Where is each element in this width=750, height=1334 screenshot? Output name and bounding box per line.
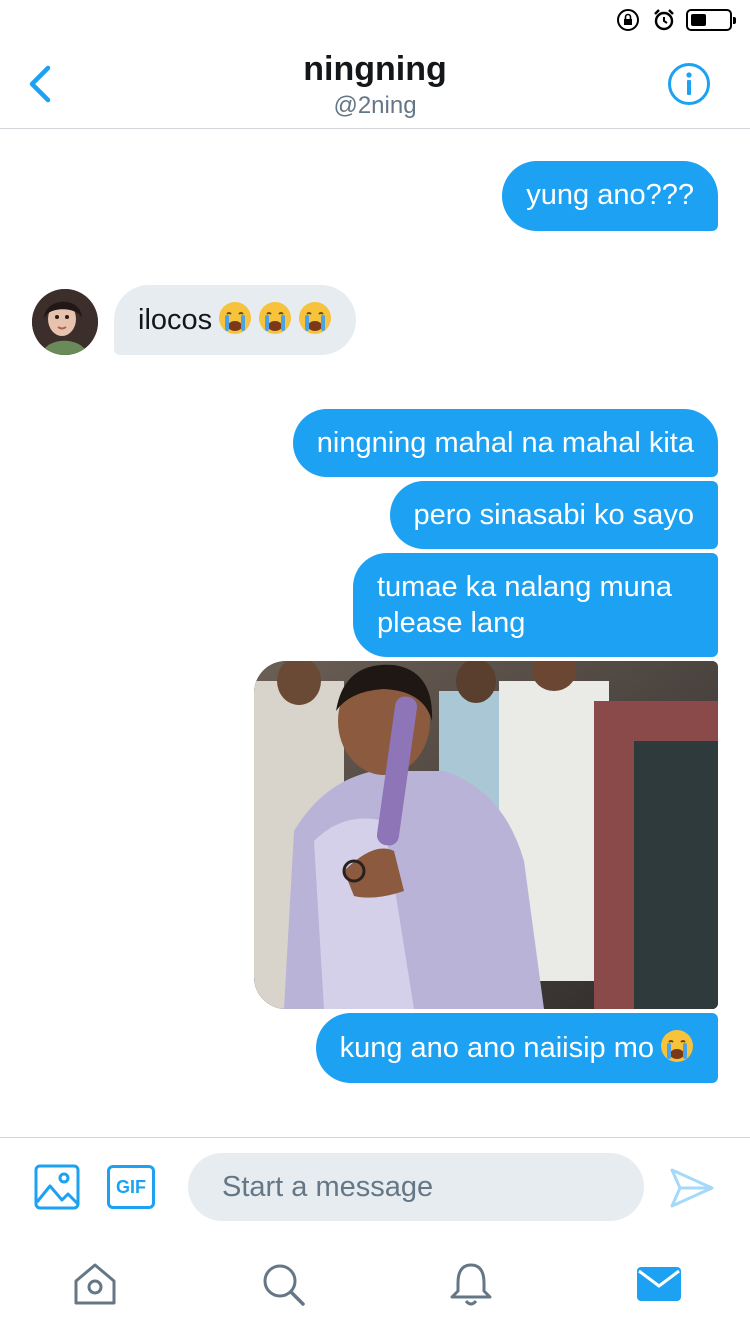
notifications-icon[interactable] xyxy=(446,1259,496,1309)
messages-icon[interactable] xyxy=(634,1259,684,1309)
status-bar xyxy=(0,0,750,40)
message-bubble-outgoing[interactable]: ningning mahal na mahal kita xyxy=(292,409,718,477)
info-icon[interactable] xyxy=(667,62,711,106)
crying-face-icon xyxy=(299,302,332,334)
conversation-handle: @2ning xyxy=(333,92,417,119)
home-icon[interactable] xyxy=(70,1259,120,1309)
rotation-lock-icon xyxy=(617,9,639,31)
message-input[interactable] xyxy=(188,1153,644,1221)
gif-button[interactable]: GIF xyxy=(107,1165,155,1209)
conversation-title: ningning xyxy=(303,50,447,88)
send-icon[interactable] xyxy=(668,1164,716,1212)
tab-bar xyxy=(0,1237,750,1334)
message-text: kung ano ano naiisip mo xyxy=(339,1032,654,1064)
battery-level xyxy=(691,14,706,26)
image-icon[interactable] xyxy=(34,1164,80,1210)
message-text: ningning mahal na mahal kita xyxy=(316,427,694,459)
message-bubble-outgoing[interactable]: pero sinasabi ko sayo xyxy=(389,481,718,549)
message-text: pero sinasabi ko sayo xyxy=(413,499,695,531)
photo-attachment[interactable] xyxy=(254,661,718,1009)
avatar[interactable] xyxy=(32,289,98,355)
search-icon[interactable] xyxy=(258,1259,308,1309)
conversation-header: ningning @2ning xyxy=(0,40,750,129)
message-bubble-outgoing[interactable]: yung ano??? xyxy=(502,161,718,231)
message-text: yung ano??? xyxy=(526,179,694,211)
crying-face-icon xyxy=(661,1030,693,1062)
message-bubble-outgoing[interactable]: tumae ka nalang muna please lang xyxy=(353,553,718,657)
crying-face-icon xyxy=(259,302,292,334)
message-bubble-outgoing[interactable]: kung ano ano naiisip mo xyxy=(315,1013,718,1083)
message-text: tumae ka nalang muna please lang xyxy=(377,571,673,639)
battery-icon xyxy=(686,9,736,31)
message-text: ilocos xyxy=(138,304,213,336)
message-bubble-incoming[interactable]: ilocos xyxy=(114,285,357,355)
crying-face-icon xyxy=(219,302,252,334)
message-composer: GIF xyxy=(0,1137,750,1237)
alarm-icon xyxy=(654,9,674,31)
